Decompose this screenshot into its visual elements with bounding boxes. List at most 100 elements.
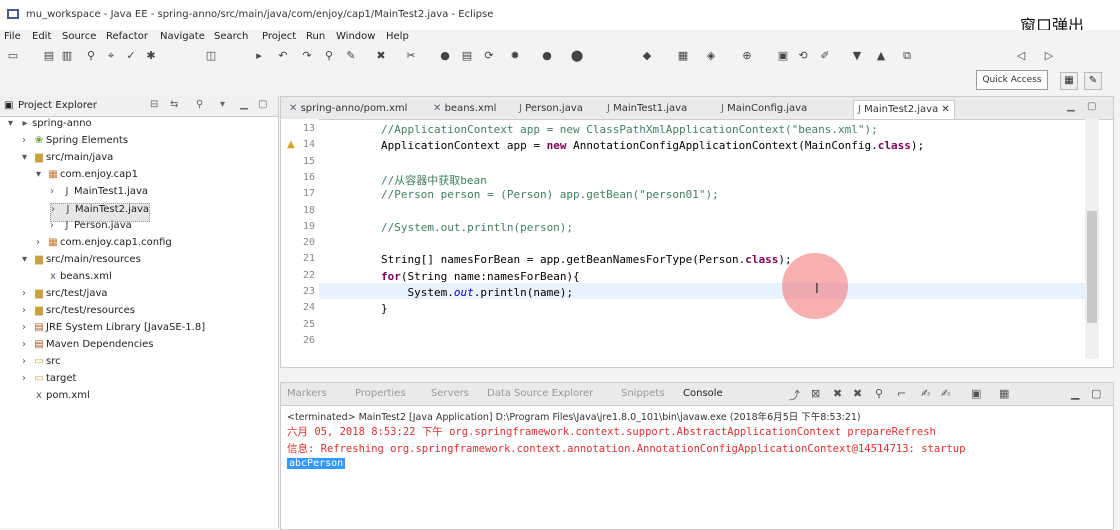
new-server-icon[interactable]: ◫ (204, 49, 218, 63)
new-class-icon[interactable]: ▦ (676, 49, 690, 63)
display-console-icon[interactable]: ▣ (971, 387, 981, 400)
scroll-lock-icon[interactable]: ⊠ (811, 387, 820, 400)
new-package-icon[interactable]: ◈ (704, 49, 718, 63)
tree-item[interactable]: › J Person.java (50, 220, 132, 237)
java-ee-perspective-icon[interactable]: ▦ (1060, 72, 1078, 90)
toggle-icon[interactable]: ▤ (460, 49, 474, 63)
open-console-icon[interactable]: ▦ (999, 387, 1009, 400)
refresh-2-icon[interactable]: ⟲ (796, 49, 810, 63)
editor-tab[interactable]: J MainConfig.java (721, 100, 807, 118)
refresh-icon[interactable]: ⟳ (482, 49, 496, 63)
editor-tab[interactable]: J MainTest1.java (607, 100, 687, 118)
nav-forward-icon[interactable]: ▷ (1042, 49, 1056, 63)
editor-tab[interactable]: J Person.java (519, 100, 583, 118)
console-tab-snippets[interactable]: Snippets (621, 388, 664, 399)
tree-item[interactable]: › J MainTest1.java (50, 186, 148, 203)
run-icon[interactable]: ● (540, 49, 554, 63)
tree-item[interactable]: › ❀ Spring Elements (22, 135, 128, 152)
maximize-icon[interactable]: ▢ (258, 99, 267, 110)
save-icon[interactable]: ▤ (42, 49, 56, 63)
show-stdout-icon[interactable]: ✍ (921, 387, 930, 400)
word-wrap-icon[interactable]: ⌐ (897, 387, 906, 400)
console-minimize-icon[interactable]: ▁ (1071, 387, 1079, 400)
annotation-icon[interactable]: ✎ (344, 49, 358, 63)
menu-search[interactable]: Search (214, 31, 248, 42)
expand-arrow-icon[interactable]: › (50, 220, 60, 231)
ant-icon[interactable]: ✖ (374, 49, 388, 63)
external-icon[interactable]: ⧉ (900, 49, 914, 63)
show-stderr-icon[interactable]: ✍ (941, 387, 950, 400)
expand-arrow-icon[interactable]: › (50, 186, 60, 197)
terminate-icon[interactable]: ✖ (833, 387, 842, 400)
clear-console-icon[interactable]: ⤴ (789, 387, 800, 403)
expand-arrow-icon[interactable]: ▾ (22, 152, 32, 163)
expand-arrow-icon[interactable]: ▾ (36, 169, 46, 180)
prev-annotation-icon[interactable]: ▲ (874, 49, 888, 63)
tree-item[interactable]: › ▦ com.enjoy.cap1.config (36, 237, 172, 254)
expand-arrow-icon[interactable]: › (22, 288, 32, 299)
tree-item[interactable]: › ▆ src/test/java (22, 288, 108, 305)
expand-arrow-icon[interactable]: › (22, 322, 32, 333)
expand-arrow-icon[interactable]: › (22, 135, 32, 146)
pin-console-icon[interactable]: ⚲ (875, 387, 883, 400)
expand-arrow-icon[interactable]: › (51, 204, 61, 215)
forward-icon[interactable]: ↷ (300, 49, 314, 63)
external-tools-icon[interactable]: ⬤ (570, 49, 584, 63)
tree-item[interactable]: › ▤ Maven Dependencies (22, 339, 154, 356)
expand-arrow-icon[interactable]: ▾ (8, 118, 18, 129)
editor-maximize-icon[interactable]: ▢ (1087, 101, 1096, 112)
back-icon[interactable]: ↶ (276, 49, 290, 63)
remove-launch-icon[interactable]: ✖ (853, 387, 862, 400)
print-icon[interactable]: ▥ (60, 49, 74, 63)
green-dot-icon[interactable]: ● (438, 49, 452, 63)
link-editor-icon[interactable]: ⇆ (170, 99, 178, 110)
menu-help[interactable]: Help (386, 31, 409, 42)
debug-run-icon[interactable]: ✹ (508, 49, 522, 63)
filter-icon[interactable]: ⚲ (196, 99, 203, 110)
console-maximize-icon[interactable]: ▢ (1091, 387, 1101, 400)
console-tab-properties[interactable]: Properties (355, 388, 406, 399)
next-annotation-icon[interactable]: ▼ (850, 49, 864, 63)
code-area[interactable]: //ApplicationContext app = new ClassPath… (281, 119, 1085, 367)
tree-item[interactable]: › ▭ target (22, 373, 76, 390)
console-tab-servers[interactable]: Servers (431, 388, 469, 399)
editor-tab[interactable]: J MainTest2.java ✕ (853, 100, 955, 119)
open-type-icon[interactable]: ⌖ (104, 49, 118, 63)
menu-file[interactable]: File (4, 31, 21, 42)
menu-project[interactable]: Project (262, 31, 296, 42)
tree-item[interactable]: x beans.xml (36, 271, 112, 288)
tree-item[interactable]: ▾ ▆ src/main/java (22, 152, 113, 169)
vertical-scrollbar[interactable] (1085, 119, 1099, 359)
menu-navigate[interactable]: Navigate (160, 31, 205, 42)
search-icon[interactable]: ⚲ (322, 49, 336, 63)
tree-item[interactable]: › ▤ JRE System Library [JavaSE-1.8] (22, 322, 205, 339)
editor-tab[interactable]: ✕ beans.xml (433, 100, 496, 118)
view-menu-icon[interactable]: ▾ (220, 99, 225, 110)
menu-window[interactable]: Window (336, 31, 375, 42)
tree-item[interactable]: ▾ ▆ src/main/resources (22, 254, 141, 271)
folder-open-icon[interactable]: ▣ (776, 49, 790, 63)
editor-minimize-icon[interactable]: ▁ (1067, 101, 1075, 112)
console-tab-markers[interactable]: Markers (287, 388, 327, 399)
build-icon[interactable]: ✂ (404, 49, 418, 63)
task-icon[interactable]: ✓ (124, 49, 138, 63)
tree-item[interactable]: x pom.xml (22, 390, 90, 407)
expand-arrow-icon[interactable]: › (36, 237, 46, 248)
expand-arrow-icon[interactable]: ▾ (22, 254, 32, 265)
tree-item[interactable]: ▾ ▸ spring-anno (8, 118, 92, 135)
editor-tab[interactable]: ✕ spring-anno/pom.xml (289, 100, 407, 118)
debug-icon[interactable]: ✱ (144, 49, 158, 63)
console-tab-console[interactable]: Console (683, 388, 723, 399)
tree-item[interactable]: › ▆ src/test/resources (22, 305, 135, 322)
expand-arrow-icon[interactable]: › (22, 373, 32, 384)
java-perspective-icon[interactable]: ✎ (1084, 72, 1102, 90)
expand-arrow-icon[interactable]: › (22, 305, 32, 316)
expand-arrow-icon[interactable]: › (22, 356, 32, 367)
scrollbar-thumb[interactable] (1087, 211, 1097, 323)
quick-access-input[interactable]: Quick Access (976, 70, 1048, 90)
pin-icon[interactable]: ⚲ (84, 49, 98, 63)
tree-item[interactable]: ▾ ▦ com.enjoy.cap1 (36, 169, 138, 186)
tree-item[interactable]: › ▭ src (22, 356, 61, 373)
run-stop-icon[interactable]: ▸ (252, 49, 266, 63)
nav-back-icon[interactable]: ◁ (1014, 49, 1028, 63)
